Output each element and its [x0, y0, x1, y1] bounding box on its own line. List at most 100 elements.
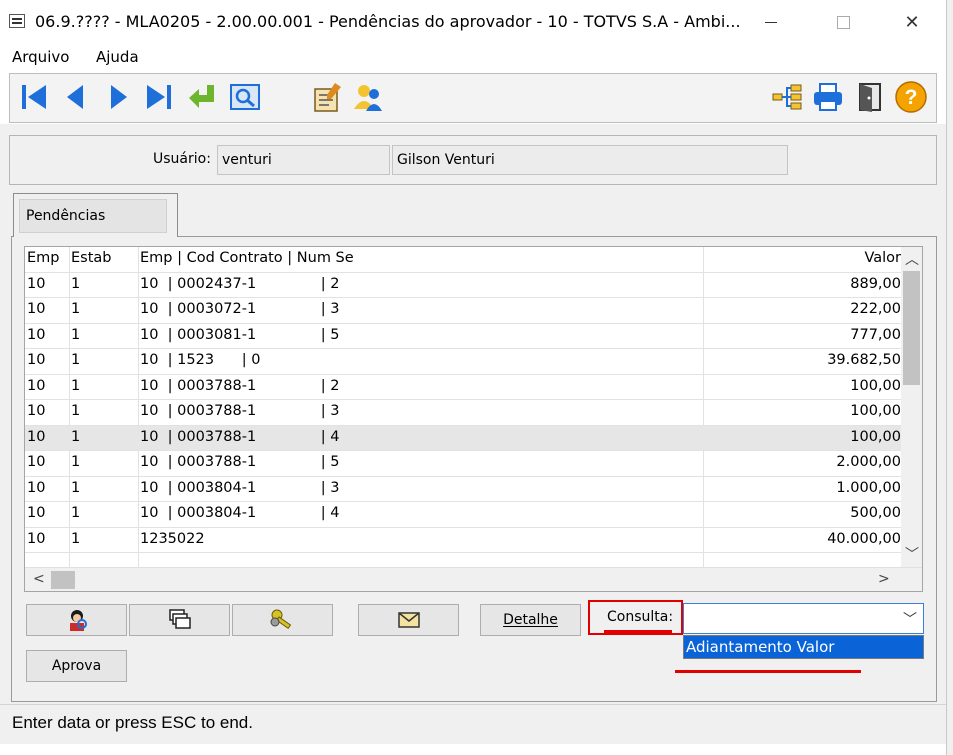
cell-valor: 777,00 [850, 326, 901, 343]
tab-pendencias-label[interactable]: Pendências [19, 199, 167, 233]
search-zoom-icon[interactable] [228, 80, 262, 114]
maximize-button[interactable] [820, 0, 866, 44]
cell-ref: 1235022 [140, 530, 205, 547]
last-record-icon[interactable] [142, 80, 176, 114]
windows-button[interactable] [129, 604, 230, 636]
cell-emp: 10 [27, 326, 46, 343]
cell-estab: 1 [71, 505, 81, 521]
close-button[interactable]: ✕ [889, 0, 935, 44]
table-row[interactable]: 10 1 10 | 0003072-1 | 3 222,00 [25, 298, 901, 324]
users-icon[interactable] [351, 80, 385, 114]
table-row[interactable]: 10 1 10 | 0003788-1 | 3 100,00 [25, 400, 901, 426]
chevron-down-icon[interactable]: ﹀ [903, 609, 917, 629]
help-glyph: ? [905, 86, 918, 109]
header-valor[interactable]: Valor [864, 250, 901, 266]
cell-estab: 1 [71, 326, 81, 343]
approver-button[interactable] [26, 604, 127, 636]
consulta-combo[interactable]: ﹀ [683, 603, 924, 634]
table-row[interactable]: 10 1 10 | 0003804-1 | 3 1.000,00 [25, 477, 901, 502]
first-record-icon[interactable] [17, 80, 51, 114]
cell-valor: 100,00 [850, 403, 901, 419]
menu-bar [0, 44, 946, 70]
user-login-field[interactable]: venturi [217, 145, 390, 175]
cell-estab: 1 [71, 275, 81, 292]
vertical-scrollbar[interactable]: ︿ ﹀ [901, 247, 922, 567]
consulta-option-adiantamento[interactable]: Adiantamento Valor [684, 636, 923, 658]
cell-emp: 10 [27, 479, 46, 496]
option-underline [675, 670, 861, 673]
cell-ref: 10 | 0003788-1 | 3 [140, 403, 340, 419]
cell-ref: 10 | 0003788-1 | 5 [140, 454, 340, 470]
keys-icon [270, 609, 291, 630]
cell-valor: 40.000,00 [827, 530, 901, 547]
vertical-scroll-thumb[interactable] [903, 271, 920, 385]
cell-emp: 10 [27, 352, 46, 368]
return-icon[interactable] [186, 80, 220, 114]
cell-valor: 100,00 [850, 377, 901, 394]
cell-valor: 100,00 [850, 428, 901, 445]
cell-estab: 1 [71, 403, 81, 419]
window-title: 06.9.???? - MLA0205 - 2.00.00.001 - Pend… [35, 12, 741, 31]
cell-valor: 2.000,00 [836, 454, 901, 470]
table-row[interactable]: 10 1 10 | 0003788-1 | 4 100,00 [25, 425, 901, 451]
scroll-right-icon[interactable]: > [878, 571, 890, 587]
next-record-icon[interactable] [102, 80, 136, 114]
cell-ref: 10 | 0003072-1 | 3 [140, 301, 340, 317]
keys-button[interactable] [232, 604, 333, 636]
background-window-edge [946, 0, 953, 755]
cell-valor: 1.000,00 [836, 479, 901, 496]
header-ref[interactable]: Emp | Cod Contrato | Num Se [140, 250, 354, 266]
detalhe-button-label: Detalhe [503, 612, 558, 628]
scroll-left-icon[interactable]: < [33, 571, 45, 587]
table-row[interactable]: 10 1 10 | 0003788-1 | 2 100,00 [25, 375, 901, 400]
grid-header: Emp Estab Emp | Cod Contrato | Num Se Va… [25, 247, 901, 273]
cell-estab: 1 [71, 454, 81, 470]
tree-structure-icon[interactable] [770, 80, 804, 114]
table-row[interactable]: 10 1 10 | 0003804-1 | 4 500,00 [25, 502, 901, 528]
cell-valor: 500,00 [850, 505, 901, 521]
pendencias-grid[interactable]: Emp Estab Emp | Cod Contrato | Num Se Va… [24, 246, 923, 592]
cell-ref: 10 | 0003804-1 | 3 [140, 479, 340, 496]
cell-emp: 10 [27, 530, 46, 547]
cell-estab: 1 [71, 530, 81, 547]
cell-ref: 10 | 0002437-1 | 2 [140, 275, 340, 292]
cell-emp: 10 [27, 377, 46, 394]
scroll-up-icon[interactable]: ︿ [905, 249, 919, 269]
table-row[interactable]: 10 1 1235022 40.000,00 [25, 528, 901, 553]
minimize-button[interactable] [748, 0, 794, 44]
exit-door-icon[interactable] [853, 80, 887, 114]
help-icon[interactable]: ? [894, 80, 928, 114]
cell-valor: 222,00 [850, 301, 901, 317]
app-icon [9, 14, 25, 28]
scroll-down-icon[interactable]: ﹀ [905, 544, 919, 564]
cell-estab: 1 [71, 352, 81, 368]
email-button[interactable] [358, 604, 459, 636]
cell-emp: 10 [27, 301, 46, 317]
cell-emp: 10 [27, 275, 46, 292]
print-icon[interactable] [811, 80, 845, 114]
table-row[interactable]: 10 1 10 | 1523 | 0 39.682,50 [25, 349, 901, 375]
cell-ref: 10 | 0003788-1 | 4 [140, 428, 340, 445]
menu-arquivo[interactable]: Arquivo [12, 48, 69, 66]
aprova-button[interactable]: Aprova [26, 650, 127, 682]
cell-emp: 10 [27, 505, 46, 521]
table-row[interactable]: 10 1 10 | 0003081-1 | 5 777,00 [25, 324, 901, 349]
table-row[interactable]: 10 1 10 | 0002437-1 | 2 889,00 [25, 273, 901, 298]
previous-record-icon[interactable] [58, 80, 92, 114]
header-estab[interactable]: Estab [71, 250, 112, 266]
menu-ajuda[interactable]: Ajuda [96, 48, 139, 66]
cell-emp: 10 [27, 428, 46, 445]
header-emp[interactable]: Emp [27, 250, 60, 266]
edit-document-icon[interactable] [310, 80, 344, 114]
cell-estab: 1 [71, 428, 81, 445]
user-label: Usuário: [153, 151, 211, 167]
detalhe-button[interactable]: Detalhe [480, 604, 581, 636]
horizontal-scrollbar[interactable]: < > [25, 567, 922, 591]
cell-ref: 10 | 1523 | 0 [140, 352, 261, 368]
table-row[interactable]: 10 1 10 | 0003788-1 | 5 2.000,00 [25, 451, 901, 477]
status-text: Enter data or press ESC to end. [12, 713, 253, 732]
envelope-icon [397, 612, 420, 628]
cell-ref: 10 | 0003788-1 | 2 [140, 377, 340, 394]
cell-valor: 889,00 [850, 275, 901, 292]
horizontal-scroll-thumb[interactable] [51, 571, 75, 589]
